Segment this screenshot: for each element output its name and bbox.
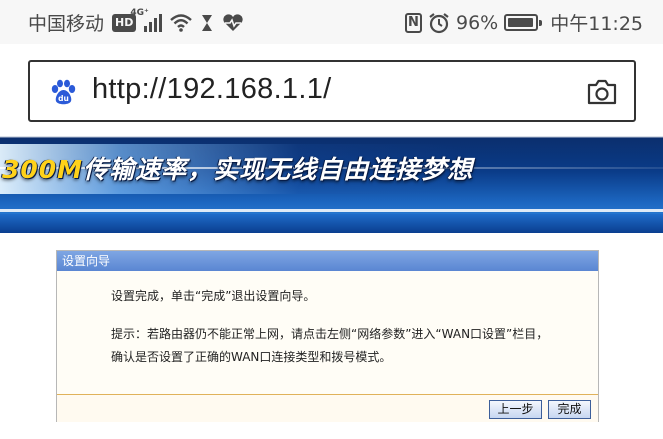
wizard-body: 设置完成，单击“完成”退出设置向导。 提示：若路由器仍不能正常上网，请点击左侧“…: [57, 271, 598, 395]
alarm-icon: [429, 12, 449, 33]
status-bar-right: N 96% 中午11:25: [405, 9, 643, 36]
heart-rate-icon: [223, 13, 244, 31]
banner-stripe: [0, 209, 663, 212]
wifi-icon: [170, 13, 193, 32]
banner-stripe-blue: [0, 214, 663, 233]
battery-percent: 96%: [456, 11, 499, 34]
wizard-title: 设置向导: [57, 251, 598, 271]
setup-wizard-panel: 设置向导 设置完成，单击“完成”退出设置向导。 提示：若路由器仍不能正常上网，请…: [56, 250, 599, 422]
status-bar-left: 中国移动 HD 4G⁺: [28, 8, 244, 36]
baidu-paw-icon[interactable]: du: [49, 79, 77, 105]
url-text[interactable]: http://192.168.1.1/: [92, 73, 332, 106]
address-bar[interactable]: du http://192.168.1.1/: [28, 60, 636, 122]
router-banner: 300M传输速率，实现无线自由连接梦想: [0, 130, 663, 233]
network-type-label: 4G⁺: [130, 7, 149, 18]
banner-slogan-text: 传输速率，实现无线自由连接梦想: [83, 155, 474, 184]
banner-slogan-speed: 300M: [2, 155, 84, 184]
battery-level: [508, 18, 534, 27]
svg-text:du: du: [58, 94, 69, 103]
status-bar: 中国移动 HD 4G⁺ N 96% 中午11:25: [0, 0, 663, 44]
completion-message: 设置完成，单击“完成”退出设置向导。: [111, 289, 316, 303]
battery-icon: [504, 14, 543, 31]
previous-step-button[interactable]: 上一步: [489, 400, 542, 419]
wizard-footer: 上一步 完成: [57, 395, 598, 422]
banner-slogan: 300M传输速率，实现无线自由连接梦想: [2, 150, 473, 186]
clock: 中午11:25: [550, 13, 643, 35]
camera-icon[interactable]: [586, 78, 618, 106]
nfc-icon: N: [405, 12, 422, 33]
signal-icon: 4G⁺: [130, 8, 163, 32]
finish-button[interactable]: 完成: [548, 400, 591, 419]
hourglass-icon: [202, 14, 213, 31]
hint-message: 提示：若路由器仍不能正常上网，请点击左侧“网络参数”进入“WAN口设置”栏目，确…: [111, 327, 549, 364]
carrier-label: 中国移动: [28, 13, 105, 35]
